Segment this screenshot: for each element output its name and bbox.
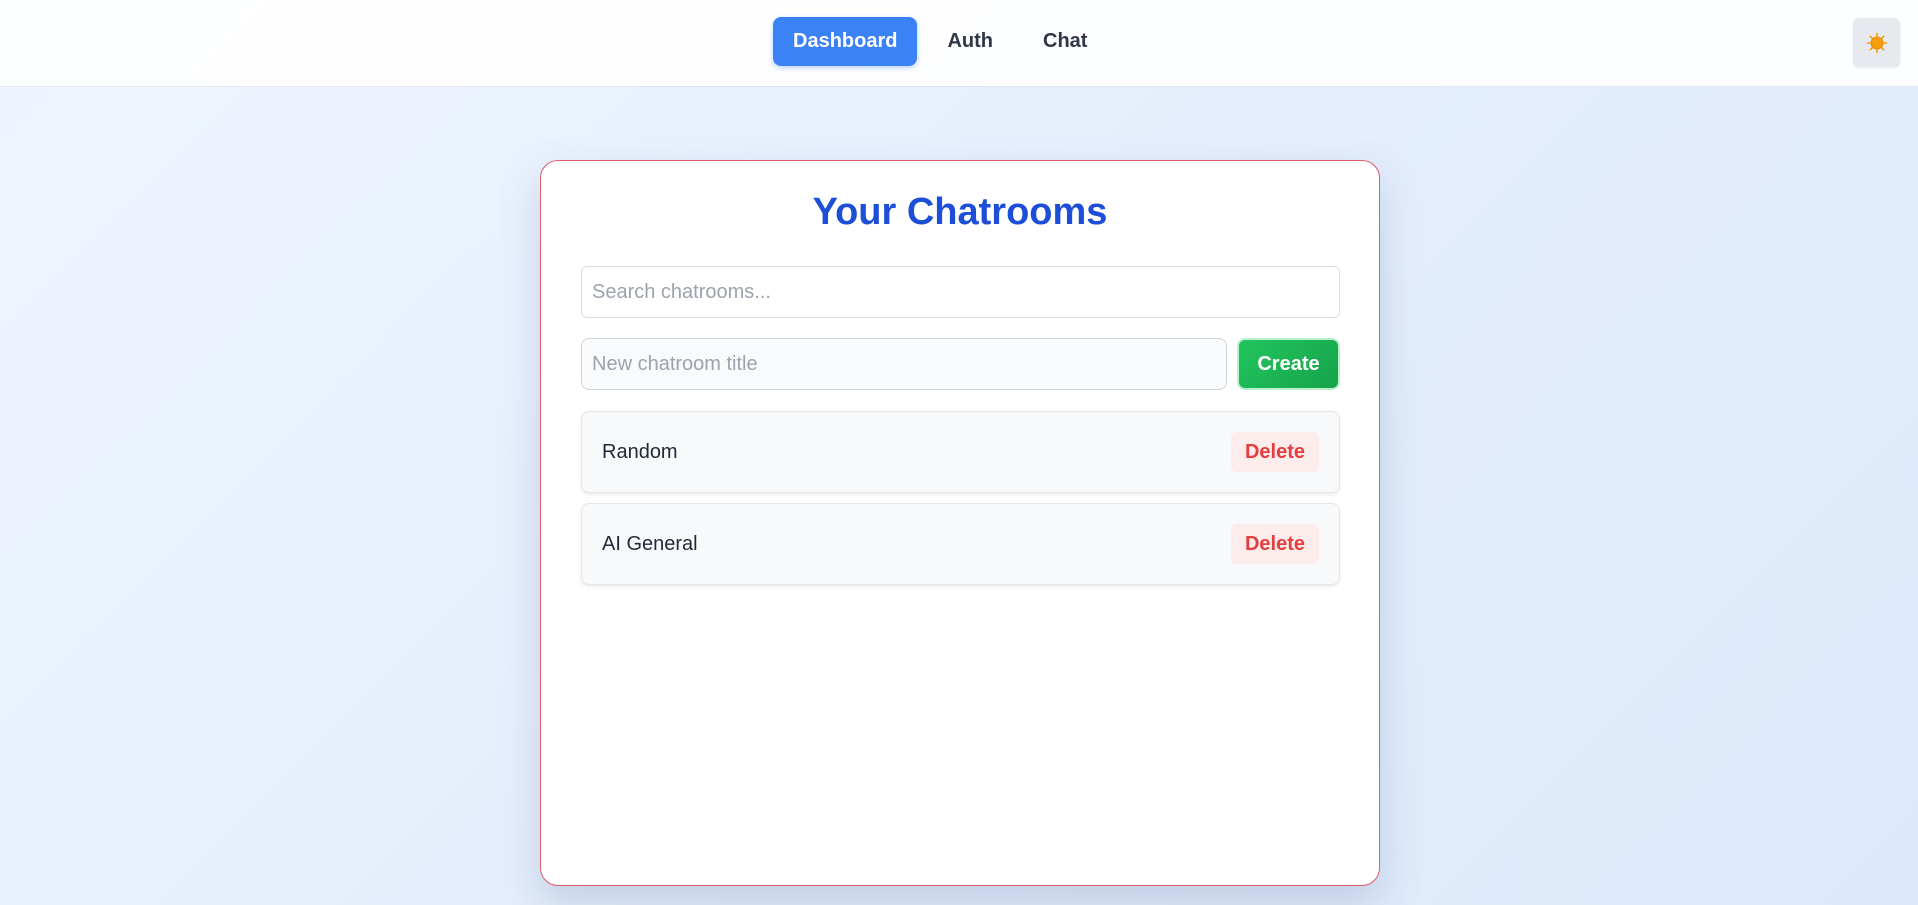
create-button[interactable]: Create bbox=[1237, 338, 1340, 390]
delete-button[interactable]: Delete bbox=[1231, 432, 1319, 472]
nav-link-dashboard[interactable]: Dashboard bbox=[773, 17, 918, 66]
chatroom-item[interactable]: Random Delete bbox=[581, 411, 1340, 493]
chatroom-name: Random bbox=[602, 441, 678, 463]
new-chatroom-title-input[interactable] bbox=[581, 338, 1227, 390]
nav-link-chat[interactable]: Chat bbox=[1023, 17, 1107, 66]
nav-links: Dashboard Auth Chat bbox=[773, 17, 1117, 66]
chatroom-name: AI General bbox=[602, 533, 698, 555]
chatroom-list: Random Delete AI General Delete bbox=[581, 411, 1340, 595]
page-title: Your Chatrooms bbox=[812, 191, 1108, 233]
top-navbar: Dashboard Auth Chat bbox=[0, 0, 1918, 87]
delete-button[interactable]: Delete bbox=[1231, 524, 1319, 564]
chatroom-item[interactable]: AI General Delete bbox=[581, 503, 1340, 585]
nav-link-auth[interactable]: Auth bbox=[927, 17, 1013, 66]
search-input[interactable] bbox=[581, 266, 1340, 318]
chatrooms-card: Your Chatrooms Create Random Delete AI G… bbox=[540, 160, 1380, 886]
sun-icon bbox=[1866, 32, 1887, 53]
theme-toggle-button[interactable] bbox=[1853, 18, 1900, 67]
